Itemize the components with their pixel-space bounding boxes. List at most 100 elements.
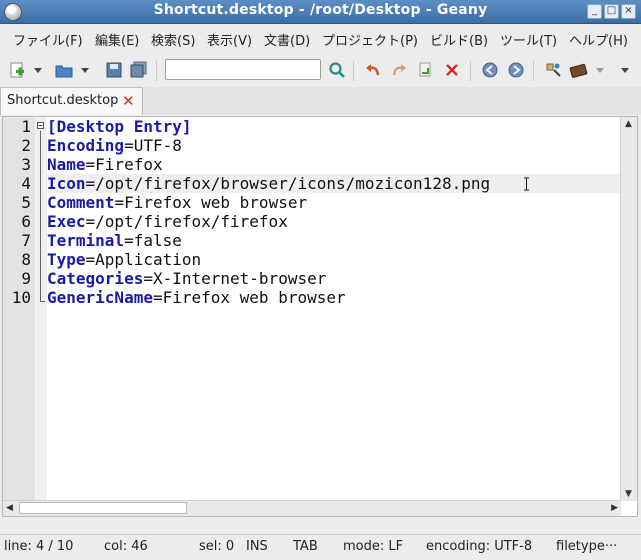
code-text: Terminal=false <box>47 231 182 250</box>
close-icon[interactable] <box>443 61 461 79</box>
code-line[interactable]: 7 Terminal=false <box>3 231 623 250</box>
close-window-button[interactable]: × <box>621 4 636 19</box>
redo-icon[interactable] <box>390 61 408 79</box>
maximize-button[interactable]: □ <box>604 4 619 19</box>
menu-view[interactable]: 表示(V) <box>207 30 252 49</box>
menu-search[interactable]: 検索(S) <box>151 30 195 49</box>
status-eol-mode: mode: LF <box>343 539 404 554</box>
code-text: Exec=/opt/firefox/firefox <box>47 212 288 231</box>
build-icon[interactable] <box>569 61 589 79</box>
code-line[interactable]: 1 [Desktop Entry] <box>3 117 623 136</box>
key-token: Exec <box>47 212 86 231</box>
scroll-down-icon[interactable]: ▼ <box>625 489 632 499</box>
value-token: =Firefox <box>85 155 163 174</box>
line-number: 1 <box>21 117 31 136</box>
toolbar-overflow-icon[interactable] <box>620 61 630 79</box>
key-token: GenericName <box>47 288 153 307</box>
build-dropdown-icon[interactable] <box>595 61 605 79</box>
value-token: =Application <box>85 250 202 269</box>
compile-icon[interactable] <box>544 61 562 79</box>
code-line[interactable]: 10 GenericName=Firefox web browser <box>3 288 623 307</box>
value-token: =false <box>124 231 182 250</box>
scroll-right-icon[interactable]: ▶ <box>611 503 618 513</box>
scroll-up-icon[interactable]: ▲ <box>625 119 632 129</box>
tab-label: Shortcut.desktop <box>7 93 119 108</box>
status-col: col: 46 <box>104 539 148 554</box>
minimize-button[interactable]: _ <box>587 4 602 19</box>
tab-close-icon[interactable]: ✕ <box>122 92 135 110</box>
code-line[interactable]: 8 Type=Application <box>3 250 623 269</box>
horizontal-scroll-thumb[interactable] <box>19 502 187 514</box>
line-number: 6 <box>21 212 31 231</box>
line-number: 7 <box>21 231 31 250</box>
value-token: =Firefox web browser <box>152 288 346 307</box>
undo-icon[interactable] <box>364 61 382 79</box>
editor[interactable]: 1 [Desktop Entry] 2 Encoding=UTF-8 3 Name=Fir… <box>2 116 638 517</box>
menu-help[interactable]: ヘルプ(H) <box>569 30 628 49</box>
value-token: =UTF-8 <box>124 136 182 155</box>
menu-document[interactable]: 文書(D) <box>264 30 310 49</box>
key-token: Terminal <box>47 231 125 250</box>
toolbar-separator <box>353 61 354 81</box>
scroll-left-icon[interactable]: ◀ <box>6 503 13 513</box>
menu-build[interactable]: ビルド(B) <box>430 30 488 49</box>
line-number: 9 <box>21 269 31 288</box>
code-line[interactable]: 6 Exec=/opt/firefox/firefox <box>3 212 623 231</box>
key-token: Comment <box>47 193 115 212</box>
code-text: Type=Application <box>47 250 201 269</box>
vertical-scrollbar[interactable]: ▲ ▼ <box>620 117 637 501</box>
status-sel: sel: 0 <box>199 539 235 554</box>
next-icon[interactable] <box>416 61 434 79</box>
toolbar-separator <box>533 61 534 81</box>
open-file-icon[interactable] <box>55 61 73 79</box>
code-line[interactable]: 5 Comment=Firefox web browser <box>3 193 623 212</box>
status-encoding: encoding: UTF-8 <box>426 539 533 554</box>
code-line[interactable]: 2 Encoding=UTF-8 <box>3 136 623 155</box>
value-token: =X-Internet-browser <box>143 269 327 288</box>
value-token: =/opt/firefox/firefox <box>85 212 288 231</box>
tab-shortcut-desktop[interactable]: Shortcut.desktop ✕ <box>0 87 143 115</box>
menu-file[interactable]: ファイル(F) <box>13 30 83 49</box>
code-text: Name=Firefox <box>47 155 163 174</box>
status-indent-mode: TAB <box>293 539 318 554</box>
code-text: Categories=X-Internet-browser <box>47 269 326 288</box>
line-number: 8 <box>21 250 31 269</box>
forward-icon[interactable] <box>507 61 525 79</box>
menu-project[interactable]: プロジェクト(P) <box>322 30 418 49</box>
new-file-dropdown-icon[interactable] <box>33 61 43 79</box>
save-icon[interactable] <box>105 61 123 79</box>
menu-edit[interactable]: 編集(E) <box>95 30 139 49</box>
line-number: 10 <box>11 288 31 307</box>
horizontal-scrollbar[interactable]: ◀ ▶ <box>3 500 621 516</box>
back-icon[interactable] <box>481 61 499 79</box>
save-all-icon[interactable] <box>130 61 148 79</box>
key-token: Categories <box>47 269 144 288</box>
status-insert-mode: INS <box>246 539 268 554</box>
window-title: Shortcut.desktop - /root/Desktop - Geany <box>153 2 488 18</box>
code-line[interactable]: 4 Icon=/opt/firefox/browser/icons/mozicon… <box>3 174 623 193</box>
toolbar-separator <box>470 61 471 81</box>
menu-tools[interactable]: ツール(T) <box>500 30 557 49</box>
status-bar: line: 4 / 10 col: 46 sel: 0 INS TAB mode… <box>0 534 641 560</box>
code-line[interactable]: 9 Categories=X-Internet-browser <box>3 269 623 288</box>
tab-strip: Shortcut.desktop ✕ <box>0 87 641 115</box>
title-bar: Shortcut.desktop - /root/Desktop - Geany… <box>0 0 641 24</box>
code-text: Encoding=UTF-8 <box>47 136 182 155</box>
key-token: Type <box>47 250 86 269</box>
text-cursor-icon <box>524 177 529 191</box>
open-file-dropdown-icon[interactable] <box>80 61 90 79</box>
key-token: Icon <box>47 174 86 193</box>
line-number: 5 <box>21 193 31 212</box>
line-number: 3 <box>21 155 31 174</box>
section-token: [Desktop Entry] <box>47 117 192 136</box>
status-line: line: 4 / 10 <box>4 539 74 554</box>
code-text: Comment=Firefox web browser <box>47 193 307 212</box>
menu-bar: ファイル(F) 編集(E) 検索(S) 表示(V) 文書(D) プロジェクト(P… <box>0 24 641 52</box>
search-input[interactable] <box>165 59 321 80</box>
find-icon[interactable] <box>328 61 346 79</box>
code-text: [Desktop Entry] <box>47 117 192 136</box>
new-file-icon[interactable] <box>8 61 26 79</box>
line-number: 4 <box>21 174 31 193</box>
code-line[interactable]: 3 Name=Firefox <box>3 155 623 174</box>
key-token: Name <box>47 155 86 174</box>
